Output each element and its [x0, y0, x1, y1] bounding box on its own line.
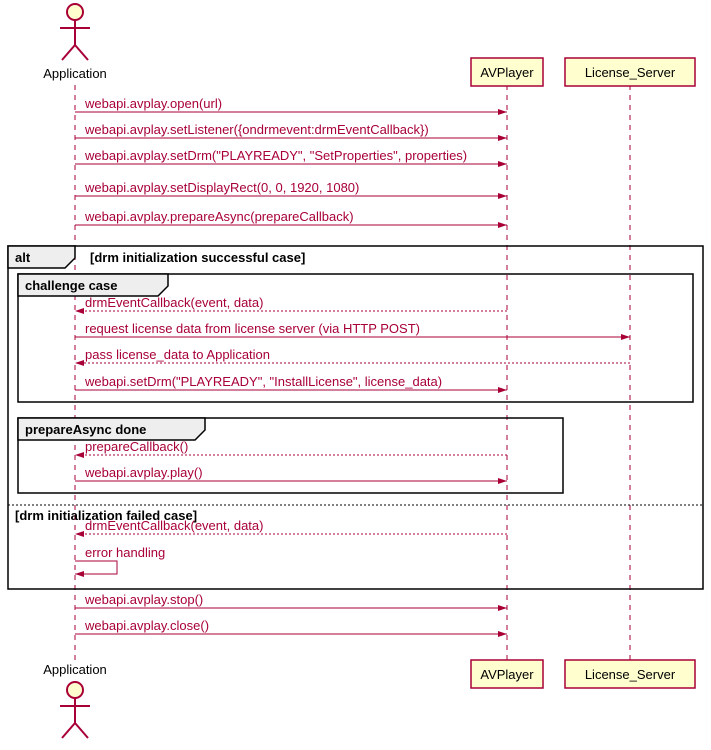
msg-setdrm: webapi.avplay.setDrm("PLAYREADY", "SetPr… [84, 148, 467, 163]
fragment-prepare-done-label: prepareAsync done [25, 422, 146, 437]
msg-pass-license: pass license_data to Application [85, 347, 270, 362]
actor-application-bottom: Application [43, 662, 107, 738]
msg-play: webapi.avplay.play() [84, 465, 203, 480]
msg-prepareasync: webapi.avplay.prepareAsync(prepareCallba… [84, 209, 354, 224]
msg-installlicense: webapi.setDrm("PLAYREADY", "InstallLicen… [84, 374, 442, 389]
participant-avplayer-bottom: AVPlayer [471, 660, 543, 688]
label-application-bottom: Application [43, 662, 107, 677]
participant-license-server-bottom: License_Server [565, 660, 695, 688]
msg-setdisplayrect: webapi.avplay.setDisplayRect(0, 0, 1920,… [84, 180, 359, 195]
msg-preparecallback: prepareCallback() [85, 439, 188, 454]
fragment-alt-label: alt [15, 250, 31, 265]
participant-license-server-top: License_Server [565, 58, 695, 86]
label-avplayer-bottom: AVPlayer [480, 667, 534, 682]
label-license-server-top: License_Server [585, 65, 676, 80]
actor-application-top: Application [43, 4, 107, 81]
msg-stop: webapi.avplay.stop() [84, 592, 203, 607]
sequence-diagram: Application AVPlayer License_Server weba… [0, 0, 711, 750]
msg-drmeventcallback1: drmEventCallback(event, data) [85, 295, 263, 310]
participant-avplayer-top: AVPlayer [471, 58, 543, 86]
msg-close: webapi.avplay.close() [84, 618, 209, 633]
msg-setlistener: webapi.avplay.setListener({ondrmevent:dr… [84, 122, 429, 137]
arrow-errorhandling [75, 561, 117, 574]
msg-open: webapi.avplay.open(url) [84, 96, 222, 111]
fragment-challenge-label: challenge case [25, 278, 118, 293]
label-license-server-bottom: License_Server [585, 667, 676, 682]
fragment-alt-cond1: [drm initialization successful case] [90, 250, 305, 265]
label-application-top: Application [43, 66, 107, 81]
msg-drmeventcallback2: drmEventCallback(event, data) [85, 518, 263, 533]
msg-request-license: request license data from license server… [85, 321, 420, 336]
msg-errorhandling: error handling [85, 545, 165, 560]
label-avplayer-top: AVPlayer [480, 65, 534, 80]
